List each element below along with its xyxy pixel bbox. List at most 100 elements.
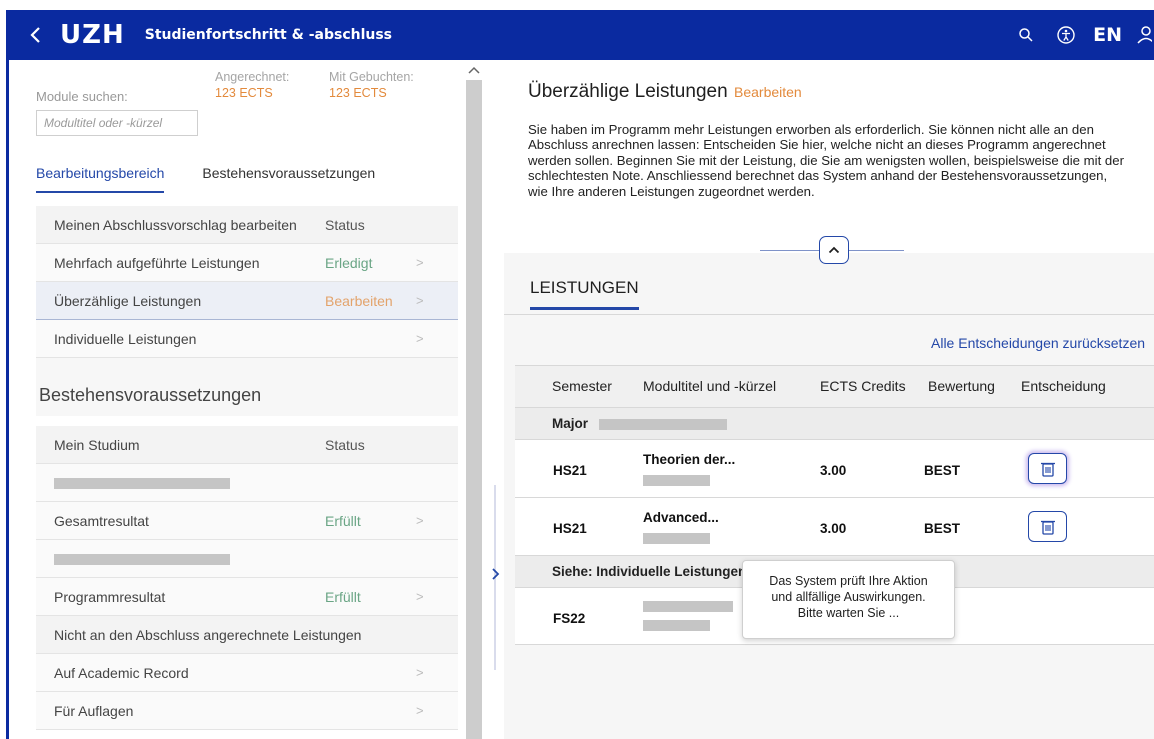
delete-button[interactable] <box>1028 511 1067 542</box>
sidebar-tabs: Bearbeitungsbereich Bestehensvoraussetzu… <box>36 165 413 193</box>
page-description: Sie haben im Programm mehr Leistungen er… <box>528 122 1124 199</box>
redacted-text <box>643 533 710 544</box>
study-section-title: Mein Studium <box>54 436 140 453</box>
chevron-right-icon[interactable] <box>486 562 504 586</box>
tab-bearbeitungsbereich[interactable]: Bearbeitungsbereich <box>36 165 165 193</box>
cell-semester: HS21 <box>553 463 587 478</box>
scrollbar-thumb[interactable] <box>466 80 482 739</box>
ects-credited-value: 123 ECTS <box>215 86 273 100</box>
collapse-button[interactable] <box>819 236 849 264</box>
ects-credited: Angerechnet: 123 ECTS <box>215 69 289 101</box>
chevron-up-icon <box>828 246 840 254</box>
sidebar-item-mehrfach[interactable]: Mehrfach aufgeführte Leistungen Erledigt… <box>36 244 458 282</box>
sidebar-item-label: Programmresultat <box>54 588 166 605</box>
accessibility-icon[interactable] <box>1051 20 1081 50</box>
tab-underline <box>504 314 1154 315</box>
column-header-ects: ECTS Credits <box>820 378 906 394</box>
ects-credited-label: Angerechnet: <box>215 70 290 84</box>
cell-module: Advanced... <box>643 510 719 525</box>
cell-grade: BEST <box>924 463 961 478</box>
trash-icon <box>1040 462 1055 477</box>
sidebar-item-label: Individuelle Leistungen <box>54 330 197 347</box>
redacted-text <box>643 601 733 612</box>
column-header-semester: Semester <box>552 378 612 394</box>
ects-booked: Mit Gebuchten: 123 ECTS <box>329 69 414 101</box>
search-label: Module suchen: <box>36 89 128 104</box>
module-search-input[interactable] <box>36 110 198 136</box>
redacted-row <box>36 464 458 502</box>
processing-tooltip: Das System prüft Ihre Aktion und allfäll… <box>742 560 955 639</box>
status-badge: Erledigt <box>325 254 373 271</box>
sidebar-item-individuelle[interactable]: Individuelle Leistungen > <box>36 320 458 358</box>
sidebar-item-gesamtresultat[interactable]: Gesamtresultat Erfüllt > <box>36 502 458 540</box>
sidebar-item-label: Für Auflagen <box>54 702 134 719</box>
column-header-grade: Bewertung <box>928 378 995 394</box>
chevron-right-icon: > <box>416 331 424 346</box>
cell-grade: BEST <box>924 521 961 536</box>
status-badge: Bearbeiten <box>325 292 393 309</box>
top-bar-actions: EN <box>1001 10 1154 60</box>
status-badge: Erfüllt <box>325 512 361 529</box>
redacted-text <box>54 554 230 565</box>
table-row: HS21 Advanced... 3.00 BEST <box>515 497 1154 555</box>
tooltip-text: Das System prüft Ihre Aktion und allfäll… <box>769 574 928 620</box>
collapse-line-right <box>849 250 904 251</box>
search-icon[interactable] <box>1011 20 1041 50</box>
chevron-right-icon: > <box>416 255 424 270</box>
redacted-row <box>36 540 458 578</box>
chevron-right-icon: > <box>416 703 424 718</box>
sidebar: Module suchen: Angerechnet: 123 ECTS Mit… <box>9 60 458 739</box>
sidebar-item-label: Gesamtresultat <box>54 512 149 529</box>
tab-bestehensvoraussetzungen[interactable]: Bestehensvoraussetzungen <box>202 165 375 193</box>
cell-module: Theorien der... <box>643 452 736 467</box>
edit-link[interactable]: Bearbeiten <box>734 84 802 100</box>
trash-icon <box>1040 520 1055 535</box>
ects-booked-value: 123 ECTS <box>329 86 387 100</box>
chevron-right-icon: > <box>416 589 424 604</box>
tab-leistungen[interactable]: LEISTUNGEN <box>530 278 639 310</box>
not-credited-header: Nicht an den Abschluss angerechnete Leis… <box>36 616 458 654</box>
edit-section-status-header: Status <box>325 216 365 233</box>
cell-ects: 3.00 <box>820 463 847 478</box>
app-title: Studienfortschritt & -abschluss <box>144 27 393 43</box>
group-label: Major <box>552 416 589 431</box>
sidebar-item-ueberzaehlige[interactable]: Überzählige Leistungen Bearbeiten > <box>36 282 458 320</box>
chevron-right-icon: > <box>416 665 424 680</box>
table-row: HS21 Theorien der... 3.00 BEST <box>515 439 1154 497</box>
uzh-logo[interactable]: UZH <box>60 20 125 50</box>
page-title: Überzählige Leistungen <box>528 81 728 102</box>
delete-button[interactable] <box>1028 453 1067 484</box>
sidebar-item-auflagen[interactable]: Für Auflagen > <box>36 692 458 730</box>
sidebar-item-programmresultat[interactable]: Programmresultat Erfüllt > <box>36 578 458 616</box>
edit-section-title: Meinen Abschlussvorschlag bearbeiten <box>54 216 297 233</box>
user-icon[interactable] <box>1134 20 1154 50</box>
sidebar-item-academic-record[interactable]: Auf Academic Record > <box>36 654 458 692</box>
study-section-status-header: Status <box>325 436 365 453</box>
top-bar: UZH Studienfortschritt & -abschluss EN <box>6 10 1154 60</box>
study-section-header: Mein Studium Status <box>36 426 458 464</box>
column-header-module: Modultitel und -kürzel <box>643 378 777 394</box>
language-switch[interactable]: EN <box>1093 24 1122 46</box>
table-header: Semester Modultitel und -kürzel ECTS Cre… <box>515 365 1154 407</box>
chevron-right-icon: > <box>416 513 424 528</box>
column-header-decision: Entscheidung <box>1021 378 1106 394</box>
redacted-text <box>643 475 710 486</box>
sidebar-item-label: Mehrfach aufgeführte Leistungen <box>54 254 260 271</box>
requirements-title: Bestehensvoraussetzungen <box>39 385 262 405</box>
cell-semester: FS22 <box>553 611 586 626</box>
sidebar-item-label: Auf Academic Record <box>54 664 189 681</box>
status-badge: Erfüllt <box>325 588 361 605</box>
cell-ects: 3.00 <box>820 521 847 536</box>
reset-decisions-link[interactable]: Alle Entscheidungen zurücksetzen <box>931 335 1145 351</box>
chevron-left-icon[interactable] <box>22 26 50 44</box>
redacted-text <box>643 620 710 631</box>
edit-section-header: Meinen Abschlussvorschlag bearbeiten Sta… <box>36 206 458 244</box>
not-credited-title: Nicht an den Abschluss angerechnete Leis… <box>54 626 362 643</box>
collapse-line-left <box>760 250 820 251</box>
chevron-right-icon: > <box>416 293 424 308</box>
ects-booked-label: Mit Gebuchten: <box>329 70 414 84</box>
cell-semester: HS21 <box>553 521 587 536</box>
sidebar-item-label: Überzählige Leistungen <box>54 292 202 309</box>
redacted-text <box>599 419 727 430</box>
scroll-up-arrow[interactable] <box>466 60 482 80</box>
